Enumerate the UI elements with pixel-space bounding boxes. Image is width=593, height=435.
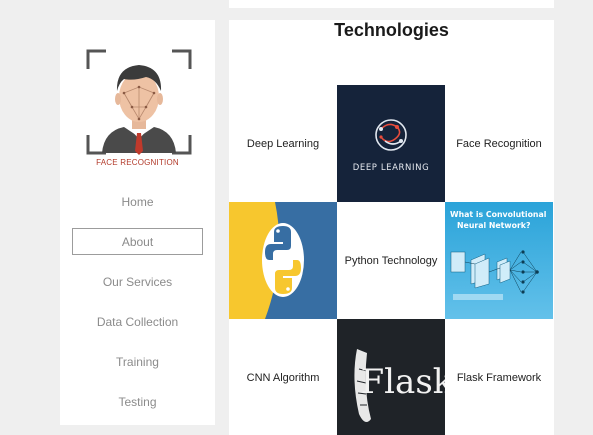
tech-label-deep-learning: Deep Learning xyxy=(229,85,337,202)
top-strip xyxy=(229,0,554,8)
tech-label-python: Python Technology xyxy=(337,202,445,319)
face-recognition-logo-icon xyxy=(84,47,194,157)
page-title: Technologies xyxy=(334,20,449,40)
deep-learning-image: DEEP LEARNING xyxy=(337,85,445,202)
deep-learning-caption: DEEP LEARNING xyxy=(353,163,430,173)
flask-logo-image: Flask xyxy=(337,319,445,435)
flask-logo-text: Flask xyxy=(361,362,445,402)
nav-item-training[interactable]: Training xyxy=(72,349,203,376)
cnn-diagram-image: What is Convolutional Neural Network? xyxy=(445,202,553,319)
sidebar: FACE RECOGNITION Home About Our Services… xyxy=(60,20,215,425)
cnn-caption-line1: What is Convolutional xyxy=(450,210,547,219)
nav-item-testing[interactable]: Testing xyxy=(72,389,203,416)
nav-item-our-services[interactable]: Our Services xyxy=(72,269,203,296)
tech-label-face-recognition: Face Recognition xyxy=(445,85,553,202)
nav-item-data-collection[interactable]: Data Collection xyxy=(72,309,203,336)
tech-label-cnn: CNN Algorithm xyxy=(229,319,337,435)
technologies-panel: Technologies Deep Learning DEEP LEARNING… xyxy=(229,20,554,435)
nav-item-about[interactable]: About xyxy=(72,228,203,255)
python-logo-image xyxy=(229,202,337,319)
tech-label-flask: Flask Framework xyxy=(445,319,553,435)
brand-caption: FACE RECOGNITION xyxy=(96,158,179,167)
cnn-caption-line2: Neural Network? xyxy=(457,221,531,230)
nav-item-home[interactable]: Home xyxy=(72,189,203,216)
